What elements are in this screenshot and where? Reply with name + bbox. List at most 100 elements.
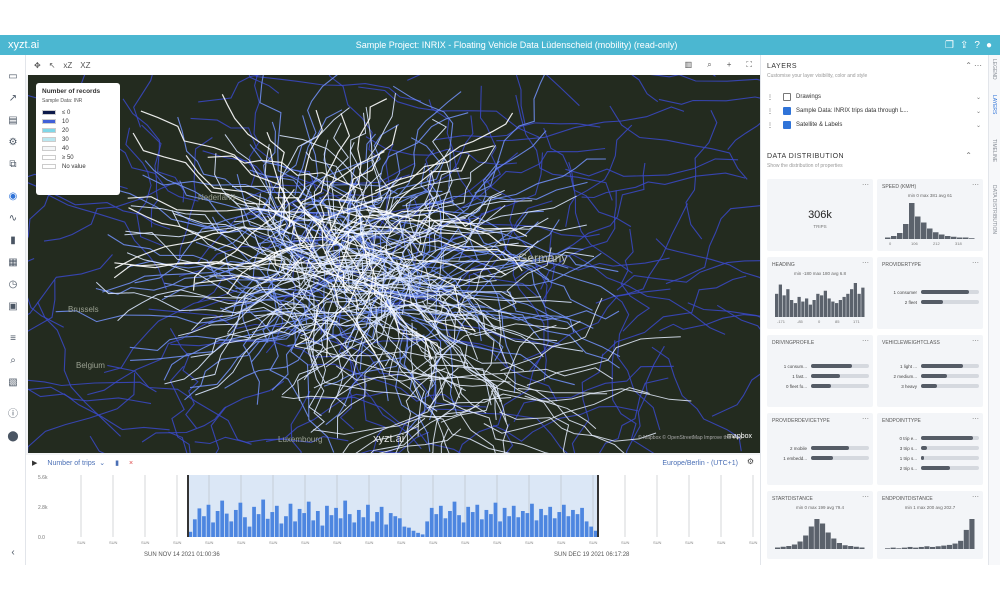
tab-timeline[interactable]: TIMELINE bbox=[991, 139, 997, 162]
chevron-down-icon[interactable]: ⌄ bbox=[976, 108, 981, 115]
zoom-icon[interactable]: ⌕ bbox=[7, 355, 19, 367]
category-bar[interactable]: 2 mobile bbox=[773, 445, 869, 451]
more-icon[interactable]: ⋯ bbox=[862, 493, 869, 501]
share-icon[interactable]: ⇪ bbox=[960, 40, 968, 51]
road-line bbox=[601, 275, 747, 357]
close-icon[interactable]: × bbox=[129, 460, 133, 467]
search-icon[interactable]: ⌕ bbox=[707, 60, 711, 70]
more-icon[interactable]: ⋯ bbox=[862, 337, 869, 345]
grid-icon[interactable]: ▦ bbox=[7, 257, 19, 269]
layer-checkbox[interactable] bbox=[783, 107, 791, 115]
collapse-icon[interactable]: ‹ bbox=[7, 547, 19, 559]
category-bar[interactable]: 2 trip s... bbox=[883, 465, 979, 471]
category-bar[interactable]: 2 medium... bbox=[883, 373, 979, 379]
more-icon[interactable]: ⋯ bbox=[862, 181, 869, 189]
category-bar[interactable]: 1 consum... bbox=[773, 363, 869, 369]
more-icon[interactable]: ⋯ bbox=[972, 493, 979, 501]
timeline-chart[interactable]: 5.6k 2.8k 0.0 SUN SUN SUN SUN SUN SUN SUN SUN SUN SU… bbox=[26, 471, 760, 551]
category-bar[interactable]: 1 light ... bbox=[883, 363, 979, 369]
startdistance-histogram[interactable] bbox=[775, 517, 865, 549]
timeline-bar bbox=[520, 511, 525, 537]
app-window: xyzt.ai Sample Project: INRIX - Floating… bbox=[0, 35, 1000, 565]
category-bar[interactable]: 0 fleet fo... bbox=[773, 383, 869, 389]
more-icon[interactable]: ⋯ bbox=[972, 181, 979, 189]
help-icon[interactable]: ? bbox=[974, 40, 980, 51]
map-view[interactable]: Germany Brussels Belgium Luxembourg Nede… bbox=[28, 75, 760, 453]
category-bar[interactable]: 1 embedd... bbox=[773, 455, 869, 461]
pointer-icon[interactable]: ↖ bbox=[49, 61, 56, 70]
folder-open-icon[interactable]: ▤ bbox=[7, 115, 19, 127]
more-icon[interactable]: ⋯ bbox=[862, 415, 869, 423]
layer-checkbox[interactable] bbox=[783, 93, 791, 101]
play-icon[interactable]: ▶ bbox=[32, 459, 37, 467]
legend-swatch bbox=[42, 155, 56, 160]
copy-icon[interactable]: ⧉ bbox=[7, 159, 19, 171]
info-icon[interactable]: ⓘ bbox=[7, 409, 19, 421]
category-bar[interactable]: 1 trip s... bbox=[883, 455, 979, 461]
collapse-chevron-icon[interactable]: ⌃ bbox=[965, 61, 972, 70]
more-icon[interactable]: ⋯ bbox=[972, 415, 979, 423]
heading-histogram[interactable] bbox=[775, 281, 865, 317]
chevron-down-icon[interactable]: ⌄ bbox=[976, 94, 981, 101]
histogram-bar bbox=[952, 543, 958, 549]
y-tick-label: 2.8k bbox=[38, 505, 48, 511]
category-bar[interactable]: 1 fast... bbox=[773, 373, 869, 379]
histogram-bar bbox=[933, 232, 939, 239]
zoom-box-button[interactable]: xZ bbox=[63, 61, 72, 70]
category-bar[interactable]: 3 heavy bbox=[883, 383, 979, 389]
account-icon[interactable]: ● bbox=[986, 40, 992, 51]
brand-logo[interactable]: xyzt.ai bbox=[8, 39, 88, 51]
bookmark-icon[interactable]: ❐ bbox=[945, 40, 954, 51]
category-bar[interactable]: 2 fleet bbox=[883, 299, 979, 305]
layer-row-inrix[interactable]: ⋮ Sample Data: INRIX trips data through … bbox=[767, 105, 981, 117]
more-icon[interactable]: ⋯ bbox=[974, 61, 982, 70]
legend-item: No value bbox=[42, 162, 114, 171]
endpointdistance-histogram[interactable] bbox=[885, 517, 975, 549]
folder-icon[interactable]: ▭ bbox=[7, 71, 19, 83]
map-icon[interactable]: ▧ bbox=[7, 377, 19, 389]
tab-data-distribution[interactable]: DATA DISTRIBUTION bbox=[991, 185, 997, 234]
category-bar[interactable]: 3 trip s... bbox=[883, 445, 979, 451]
bar-chart-icon[interactable]: ▮ bbox=[7, 235, 19, 247]
globe-icon[interactable]: ◉ bbox=[7, 191, 19, 203]
trend-icon[interactable]: ↗ bbox=[7, 93, 19, 105]
more-icon[interactable]: ⋯ bbox=[972, 259, 979, 267]
drag-handle-icon[interactable]: ⋮ bbox=[767, 108, 773, 115]
gear-icon[interactable]: ⚙ bbox=[747, 457, 754, 466]
layers-icon[interactable]: ▥ bbox=[685, 60, 693, 70]
drag-handle-icon[interactable]: ⋮ bbox=[767, 94, 773, 101]
tab-layers[interactable]: LAYERS bbox=[991, 95, 997, 114]
fullscreen-icon[interactable]: ⛶ bbox=[746, 60, 752, 70]
more-icon[interactable]: ⋯ bbox=[972, 337, 979, 345]
zoom-reset-button[interactable]: XZ bbox=[80, 61, 90, 70]
drivingprofile-card: DRIVINGPROFILE ⋯ 1 consum... 1 fast... 0… bbox=[767, 335, 873, 407]
list-icon[interactable]: ≡ bbox=[7, 333, 19, 345]
layer-checkbox[interactable] bbox=[783, 121, 791, 129]
category-fill bbox=[921, 436, 974, 440]
layer-row-drawings[interactable]: ⋮ Drawings ⌄ bbox=[767, 91, 981, 103]
location-icon[interactable]: ⬤ bbox=[7, 431, 19, 443]
category-bar[interactable]: 1 consumer bbox=[883, 289, 979, 295]
chevron-down-icon[interactable]: ⌄ bbox=[976, 122, 981, 129]
drag-handle-icon[interactable]: ⋮ bbox=[767, 122, 773, 129]
tab-legend[interactable]: LEGEND bbox=[991, 59, 997, 80]
collapse-chevron-icon[interactable]: ⌃ bbox=[965, 151, 972, 160]
road-line bbox=[474, 75, 545, 194]
move-icon[interactable]: ✥ bbox=[34, 61, 41, 70]
settings-icon[interactable]: ⚙ bbox=[7, 137, 19, 149]
category-fill bbox=[921, 300, 944, 304]
line-chart-icon[interactable]: ∿ bbox=[7, 213, 19, 225]
clock-icon[interactable]: ◷ bbox=[7, 279, 19, 291]
chevron-down-icon[interactable]: ⌄ bbox=[99, 459, 105, 467]
timezone-select[interactable]: Europe/Berlin - (UTC+1) bbox=[662, 460, 738, 467]
histogram-bar bbox=[786, 289, 790, 317]
plus-icon[interactable]: + bbox=[727, 60, 732, 70]
histogram-bar bbox=[909, 203, 915, 239]
speed-histogram[interactable] bbox=[885, 201, 975, 239]
metric-select[interactable]: Number of trips bbox=[47, 460, 95, 467]
bar-chart-icon[interactable]: ▮ bbox=[115, 459, 119, 467]
more-icon[interactable]: ⋯ bbox=[862, 259, 869, 267]
dashboard-icon[interactable]: ▣ bbox=[7, 301, 19, 313]
category-bar[interactable]: 0 trip e... bbox=[883, 435, 979, 441]
layer-row-satellite[interactable]: ⋮ Satellite & Labels ⌄ bbox=[767, 119, 981, 131]
